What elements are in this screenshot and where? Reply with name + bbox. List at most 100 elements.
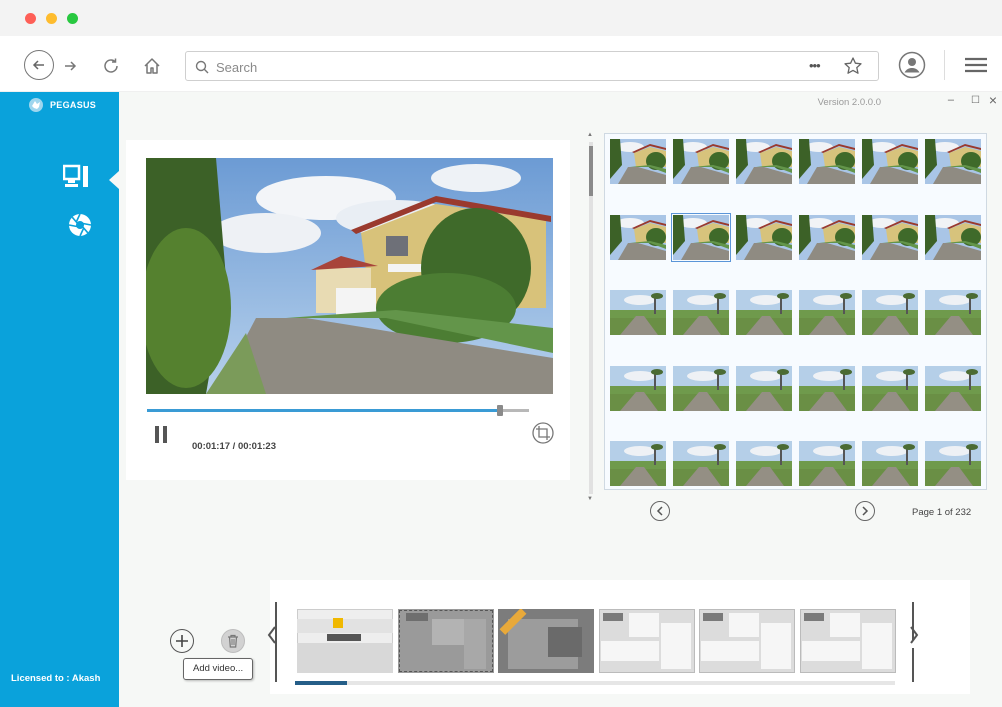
next-page-button[interactable] xyxy=(855,501,875,521)
frame-thumbnail[interactable] xyxy=(862,215,918,260)
account-button[interactable] xyxy=(898,51,926,79)
timeline-clip[interactable] xyxy=(799,609,896,673)
timeline-prev-button[interactable] xyxy=(266,624,280,648)
scroll-up-arrow[interactable]: ▲ xyxy=(587,132,593,138)
chevron-right-icon xyxy=(910,626,919,644)
star-bookmark-icon[interactable] xyxy=(843,56,863,76)
sidebar-item-display[interactable] xyxy=(62,164,99,194)
chevron-right-icon xyxy=(862,506,869,516)
timeline-clip[interactable] xyxy=(598,609,695,673)
frame-thumbnail[interactable] xyxy=(925,215,981,260)
pause-icon xyxy=(155,426,167,443)
timeline-scrollbar[interactable] xyxy=(295,681,895,685)
zoom-window-dot[interactable] xyxy=(67,13,78,24)
timeline-next-button[interactable] xyxy=(908,624,922,648)
chevron-left-icon xyxy=(656,506,663,516)
search-bar[interactable]: ••• xyxy=(185,51,879,81)
gallery-scrollbar-thumb[interactable] xyxy=(589,146,593,196)
frames-gallery xyxy=(604,133,987,490)
home-icon xyxy=(144,58,160,74)
frame-thumbnail[interactable] xyxy=(862,441,918,486)
timeline-clip[interactable] xyxy=(397,609,494,673)
frame-thumbnail[interactable] xyxy=(673,366,729,411)
frame-thumbnail[interactable] xyxy=(799,441,855,486)
frame-thumbnail[interactable] xyxy=(925,366,981,411)
search-icon xyxy=(195,60,209,74)
gallery-scrollbar[interactable] xyxy=(589,142,593,494)
page-actions-icon[interactable]: ••• xyxy=(809,58,821,73)
seek-bar[interactable] xyxy=(147,405,529,416)
frame-thumbnail[interactable] xyxy=(799,215,855,260)
frame-thumbnail[interactable] xyxy=(862,139,918,184)
frame-thumbnail[interactable] xyxy=(925,441,981,486)
arrow-left-icon xyxy=(32,60,44,70)
video-scene-image xyxy=(146,158,553,394)
forward-button[interactable] xyxy=(60,56,80,76)
minimize-window-dot[interactable] xyxy=(46,13,57,24)
version-label: Version 2.0.0.0 xyxy=(817,97,881,108)
frame-thumbnail[interactable] xyxy=(610,290,666,335)
frame-thumbnail[interactable] xyxy=(736,139,792,184)
close-button[interactable]: × xyxy=(989,92,997,108)
active-indicator xyxy=(109,171,119,189)
brand: PEGASUS xyxy=(28,97,96,113)
timecode: 00:01:17 / 00:01:23 xyxy=(192,441,276,452)
maximize-button[interactable]: ☐ xyxy=(971,95,980,106)
delete-button[interactable] xyxy=(221,629,245,653)
frame-thumbnail[interactable] xyxy=(862,290,918,335)
back-button[interactable] xyxy=(24,50,54,80)
frame-thumbnail[interactable] xyxy=(671,212,731,262)
frame-thumbnail[interactable] xyxy=(736,215,792,260)
video-frame[interactable] xyxy=(146,158,553,394)
prev-page-button[interactable] xyxy=(650,501,670,521)
timeline-clip[interactable] xyxy=(699,609,795,673)
frame-thumbnail[interactable] xyxy=(736,441,792,486)
pause-button[interactable] xyxy=(154,426,170,444)
toolbar-divider xyxy=(944,50,945,80)
minimize-button[interactable]: ‒ xyxy=(948,94,954,106)
account-icon xyxy=(898,51,926,79)
timeline-right-bracket xyxy=(912,602,914,640)
crop-button[interactable] xyxy=(532,422,554,444)
frame-thumbnail[interactable] xyxy=(799,366,855,411)
menu-button[interactable] xyxy=(962,53,990,77)
frame-thumbnail[interactable] xyxy=(736,366,792,411)
add-video-button[interactable] xyxy=(170,629,194,653)
seek-progress xyxy=(147,409,500,412)
frame-thumbnail[interactable] xyxy=(799,290,855,335)
brand-name: PEGASUS xyxy=(50,100,97,110)
frame-thumbnail[interactable] xyxy=(610,441,666,486)
frame-thumbnail[interactable] xyxy=(799,139,855,184)
timeline-scrollbar-thumb[interactable] xyxy=(295,681,347,685)
frame-thumbnail[interactable] xyxy=(673,139,729,184)
reload-button[interactable] xyxy=(99,54,123,78)
timeline-clip[interactable] xyxy=(498,609,594,673)
arrow-right-icon xyxy=(65,61,77,71)
frame-thumbnail[interactable] xyxy=(610,215,666,260)
trash-icon xyxy=(228,634,238,648)
frame-thumbnail[interactable] xyxy=(862,366,918,411)
frame-thumbnail[interactable] xyxy=(610,139,666,184)
sidebar-item-capture[interactable] xyxy=(67,212,95,240)
scroll-down-arrow[interactable]: ▼ xyxy=(587,496,593,502)
monitor-icon xyxy=(62,164,88,187)
timeline-right-bracket-lower xyxy=(912,648,914,682)
frame-thumbnail[interactable] xyxy=(925,139,981,184)
frame-thumbnail[interactable] xyxy=(610,366,666,411)
search-input[interactable] xyxy=(216,57,776,77)
timeline-left-bracket xyxy=(275,602,277,682)
timeline-clip[interactable] xyxy=(297,609,393,673)
hamburger-menu-icon xyxy=(965,57,987,73)
add-video-tooltip: Add video... xyxy=(183,658,254,680)
frame-thumbnail[interactable] xyxy=(673,441,729,486)
seek-handle[interactable] xyxy=(496,405,503,416)
pegasus-logo-icon xyxy=(29,98,43,112)
home-button[interactable] xyxy=(140,54,164,78)
frame-thumbnail[interactable] xyxy=(736,290,792,335)
frame-thumbnail[interactable] xyxy=(925,290,981,335)
reload-icon xyxy=(104,58,118,73)
frame-thumbnail[interactable] xyxy=(673,290,729,335)
close-window-dot[interactable] xyxy=(25,13,36,24)
shutter-icon xyxy=(68,213,92,237)
app-main: Version 2.0.0.0 ‒ ☐ × 00:01:17 / 00:01:2… xyxy=(119,92,1002,707)
